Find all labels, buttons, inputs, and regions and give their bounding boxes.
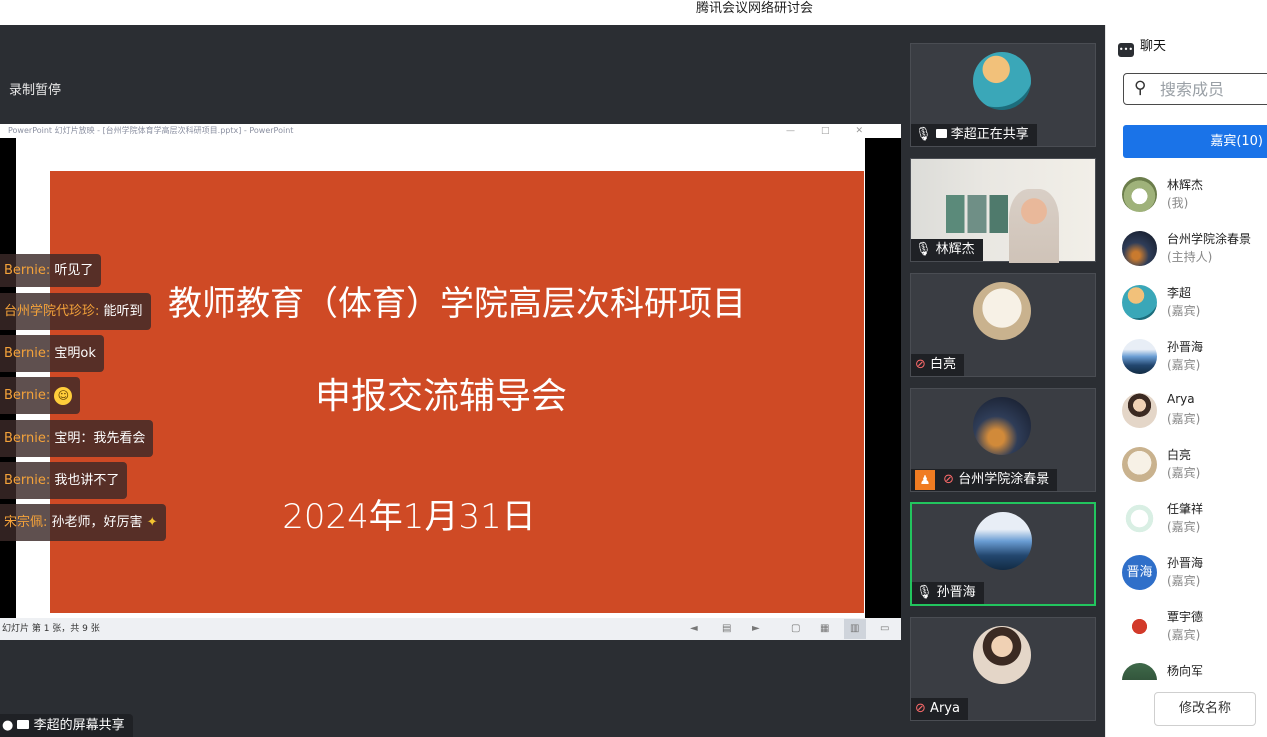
chat-bubble-icon: ••• bbox=[1118, 43, 1134, 57]
avatar: 晋海 bbox=[1122, 555, 1157, 590]
slide-title: 教师教育（体育）学院高层次科研项目 bbox=[168, 284, 746, 324]
next-slide-icon[interactable]: ► bbox=[752, 618, 760, 640]
video-person bbox=[1009, 189, 1059, 263]
participant-name-tag: 🎙 李超正在共享 bbox=[911, 124, 1037, 146]
avatar bbox=[973, 397, 1031, 455]
avatar bbox=[973, 52, 1031, 110]
video-tile[interactable]: 🎙 李超正在共享 bbox=[910, 43, 1096, 147]
mic-on-icon: 🎙 bbox=[915, 242, 932, 257]
screen-share-icon bbox=[935, 129, 947, 138]
member-search-box[interactable]: ⚲ bbox=[1123, 73, 1267, 105]
participant-name-tag: 🎙 孙晋海 bbox=[912, 582, 984, 604]
screen-share-label: ● 李超的屏幕共享 bbox=[0, 714, 133, 737]
list-item[interactable]: 李超 (嘉宾) bbox=[1106, 276, 1267, 330]
list-item[interactable]: 任肇祥 (嘉宾) bbox=[1106, 492, 1267, 546]
grid-view-icon[interactable]: ▦ bbox=[820, 618, 829, 640]
slide-counter: 幻灯片 第 1 张，共 9 张 bbox=[2, 624, 100, 634]
chat-tab[interactable]: ••• 聊天 bbox=[1118, 35, 1166, 57]
list-item[interactable]: 林辉杰 (我) bbox=[1106, 168, 1267, 222]
video-tile[interactable]: ⊘ 白亮 bbox=[910, 273, 1096, 377]
ppt-title: PowerPoint 幻灯片放映 - [台州学院体育学高层次科研项目.pptx]… bbox=[8, 126, 294, 135]
danmaku-message: Bernie: ☺ bbox=[0, 377, 81, 414]
avatar bbox=[1122, 447, 1157, 482]
avatar bbox=[1122, 231, 1157, 266]
ppt-window-controls: —□✕ bbox=[785, 126, 889, 136]
powerpoint-window: PowerPoint 幻灯片放映 - [台州学院体育学高层次科研项目.pptx]… bbox=[0, 124, 901, 640]
video-tile[interactable]: ⊘ Arya bbox=[910, 617, 1096, 721]
guests-tab[interactable]: 嘉宾(10) bbox=[1123, 125, 1267, 158]
ppt-status-bar: 幻灯片 第 1 张，共 9 张 ◄ ▤ ► ▢ ▦ ▥ ▭ bbox=[0, 618, 901, 640]
avatar bbox=[973, 282, 1031, 340]
mic-icon: ● bbox=[2, 718, 14, 733]
avatar bbox=[1122, 501, 1157, 536]
wall-paintings bbox=[946, 195, 1008, 233]
reading-view-icon[interactable]: ▥ bbox=[850, 618, 859, 640]
slide-frame: 教师教育（体育）学院高层次科研项目 申报交流辅导会 2024年1月31日 bbox=[16, 138, 865, 618]
mic-muted-icon: ⊘ bbox=[915, 357, 926, 372]
danmaku-message: 台州学院代珍珍: 能听到 bbox=[0, 293, 151, 330]
mic-on-icon: 🎙 bbox=[915, 127, 932, 142]
slide-subtitle: 申报交流辅导会 bbox=[314, 376, 567, 417]
grinning-emoji-icon: ☺ bbox=[54, 386, 73, 405]
title-bar: 腾讯会议网络研讨会 bbox=[0, 0, 1267, 25]
avatar bbox=[974, 512, 1032, 570]
mic-muted-icon: ⊘ bbox=[915, 701, 926, 716]
danmaku-message: Bernie: 宝明ok bbox=[0, 335, 104, 372]
list-item[interactable]: 台州学院涂春景 (主持人) bbox=[1106, 222, 1267, 276]
slide-sorter-icon[interactable]: ▤ bbox=[722, 618, 731, 640]
participant-name-tag: ⊘ 白亮 bbox=[911, 354, 965, 376]
danmaku-message: Bernie: 宝明：我先看会 bbox=[0, 420, 154, 457]
members-sidebar: •••聊天 ⚲ 嘉宾(10) 林辉杰 (我) 台州学院涂春景 (主持人) 李超 … bbox=[1105, 25, 1267, 737]
screen-share-icon bbox=[17, 720, 30, 729]
avatar bbox=[1122, 177, 1157, 212]
danmaku-message: Bernie: 听见了 bbox=[0, 254, 102, 287]
participant-name-tag: ⊘ Arya bbox=[911, 698, 968, 720]
window-title: 腾讯会议网络研讨会 bbox=[696, 1, 814, 16]
avatar bbox=[1122, 285, 1157, 320]
search-icon: ⚲ bbox=[1134, 78, 1147, 98]
avatar bbox=[1122, 609, 1157, 644]
member-list[interactable]: 林辉杰 (我) 台州学院涂春景 (主持人) 李超 (嘉宾) 孙晋海 (嘉宾) A… bbox=[1106, 168, 1267, 680]
avatar bbox=[1122, 663, 1157, 680]
list-item[interactable]: 白亮 (嘉宾) bbox=[1106, 438, 1267, 492]
participant-name-tag: ♟ ⊘ 台州学院涂春景 bbox=[911, 469, 1058, 491]
video-tile[interactable]: 🎙 林辉杰 bbox=[910, 158, 1096, 263]
recording-status[interactable]: 录制暂停 bbox=[9, 79, 61, 98]
list-item[interactable]: 覃宇德 (嘉宾) bbox=[1106, 600, 1267, 654]
participant-name-tag: 🎙 林辉杰 bbox=[911, 239, 983, 261]
video-tile-active-speaker[interactable]: 🎙 孙晋海 bbox=[910, 502, 1096, 606]
party-popper-icon: ✦ bbox=[146, 515, 158, 530]
prev-slide-icon[interactable]: ◄ bbox=[690, 618, 698, 640]
video-panel: 🎙 李超正在共享 🎙 林辉杰 ⊘ 白亮 ♟ ⊘ 台州学院涂春景 🎙 孙晋海 ⊘ … bbox=[901, 25, 1105, 737]
list-item[interactable]: 孙晋海 (嘉宾) bbox=[1106, 330, 1267, 384]
avatar bbox=[1122, 339, 1157, 374]
mic-on-icon: 🎙 bbox=[916, 585, 933, 600]
slide: 教师教育（体育）学院高层次科研项目 申报交流辅导会 2024年1月31日 bbox=[50, 171, 864, 613]
member-search-input[interactable] bbox=[1160, 78, 1267, 100]
rename-button[interactable]: 修改名称 bbox=[1154, 692, 1256, 726]
danmaku-message: 宋宗佩: 孙老师，好厉害 ✦ bbox=[0, 504, 166, 541]
avatar bbox=[1122, 393, 1157, 428]
shared-screen-stage[interactable]: 录制暂停 PowerPoint 幻灯片放映 - [台州学院体育学高层次科研项目.… bbox=[0, 25, 901, 737]
host-badge-icon: ♟ bbox=[915, 469, 935, 490]
danmaku-message: Bernie: 我也讲不了 bbox=[0, 462, 128, 499]
mic-muted-icon: ⊘ bbox=[943, 472, 955, 487]
list-item[interactable]: Arya (嘉宾) bbox=[1106, 384, 1267, 438]
list-item[interactable]: 晋海 孙晋海 (嘉宾) bbox=[1106, 546, 1267, 600]
list-item[interactable]: 杨向军 bbox=[1106, 654, 1267, 680]
ppt-title-bar: PowerPoint 幻灯片放映 - [台州学院体育学高层次科研项目.pptx]… bbox=[0, 124, 901, 138]
avatar bbox=[973, 626, 1031, 684]
normal-view-icon[interactable]: ▢ bbox=[791, 618, 800, 640]
slideshow-icon[interactable]: ▭ bbox=[880, 618, 889, 640]
video-tile[interactable]: ♟ ⊘ 台州学院涂春景 bbox=[910, 388, 1096, 492]
